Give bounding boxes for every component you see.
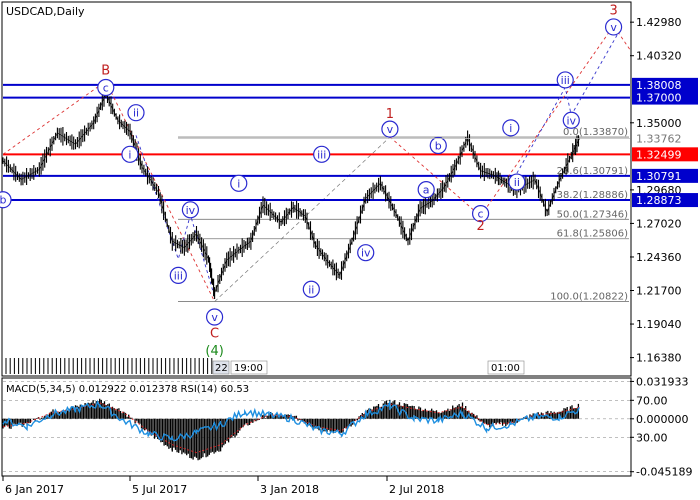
level-tag-0: 1.38008 [636, 79, 682, 92]
time-marker-22: 22 [215, 363, 228, 374]
projection-path-1 [105, 81, 216, 302]
price-series-layer [2, 89, 581, 299]
wave-label-20: i [509, 122, 512, 135]
wave-label-15: v [387, 123, 394, 136]
tick-strip-bars [5, 358, 213, 374]
fib-label-5: 100.0(1.20822) [550, 292, 628, 303]
date-axis: 6 Jan 2017 5 Jul 2017 3 Jan 2018 2 Jul 2018 [2, 476, 444, 496]
chart-canvas: 0.0(1.33870)23.6(1.30791)38.2(1.28886)50… [0, 1, 698, 496]
wave-label-8: C [210, 326, 219, 341]
wave-label-5: iv [186, 204, 196, 217]
wave-label-21: ii [514, 176, 520, 189]
fib-label-4: 61.8(1.25806) [557, 229, 629, 240]
ind-tick-label-2: 0.000000 [636, 413, 689, 426]
wave-label-6: iii [174, 269, 183, 282]
wave-label-11: ii [308, 283, 314, 296]
ind-tick-label-3: 30.00 [636, 431, 668, 444]
fib-label-3: 50.0(1.27346) [557, 209, 629, 220]
price-axis: 1.429801.403201.350001.296801.270201.243… [630, 16, 682, 365]
indicator-label: MACD(5,34,5) 0.012922 0.012378 RSI(14) 6… [6, 384, 249, 395]
wave-projection-layer [2, 24, 631, 302]
wave-label-17: a [423, 184, 430, 197]
wave-label-24: 3 [609, 4, 617, 19]
wave-label-4: b [0, 194, 7, 207]
price-bars [2, 89, 580, 299]
time-marker-1900: 19:00 [234, 363, 263, 374]
wave-label-10: i [237, 177, 240, 190]
projection-path-0 [2, 80, 107, 155]
level-tag-3: 1.30791 [636, 170, 682, 183]
price-close-line [2, 93, 581, 295]
ind-tick-label-1: 70.00 [636, 394, 668, 407]
wave-label-9: (4) [205, 344, 223, 359]
time-markers: 22 19:00 01:00 [212, 360, 525, 375]
wave-label-3: i [128, 148, 131, 161]
projection-path-3 [516, 30, 620, 174]
wave-label-7: v [211, 311, 218, 324]
volume-tick-strip [5, 358, 213, 374]
date-label-3: 2 Jul 2018 [389, 483, 444, 496]
date-label-1: 5 Jul 2017 [132, 483, 187, 496]
wave-label-13: iv [361, 247, 371, 260]
wave-label-0: B [101, 63, 110, 78]
wave-label-23: iv [566, 114, 576, 127]
symbol-label: USDCAD,Daily [6, 5, 85, 18]
date-label-0: 6 Jan 2017 [5, 483, 64, 496]
price-tick-label-4: 1.27020 [636, 217, 682, 230]
time-marker-0100: 01:00 [491, 363, 520, 374]
level-tag-4: 1.28873 [636, 194, 682, 207]
price-tick-label-0: 1.42980 [636, 16, 682, 29]
wave-label-25: v [610, 21, 617, 34]
price-tick-label-1: 1.40320 [636, 50, 682, 63]
date-label-2: 3 Jan 2018 [260, 483, 319, 496]
price-tick-label-5: 1.24360 [636, 251, 682, 264]
wave-label-2: ii [133, 107, 139, 120]
ind-tick-label-0: 0.031933 [636, 375, 689, 388]
level-tag-2: 1.32499 [636, 148, 682, 161]
indicator-axis: 0.031933 70.00 0.000000 30.00 -0.045189 [630, 375, 692, 479]
wave-label-12: iii [317, 148, 326, 161]
current-price-tag: 1.33762 [636, 132, 682, 145]
price-tick-label-7: 1.19040 [636, 318, 682, 331]
price-tick-label-2: 1.35000 [636, 117, 682, 130]
wave-label-16: b [435, 139, 442, 152]
price-tick-label-8: 1.16380 [636, 352, 682, 365]
wave-labels-layer: BciiibiviiivC(4)iiiiiiiv1vbac2iiiiiiiv3v [0, 4, 623, 359]
ind-tick-label-4: -0.045189 [636, 466, 692, 479]
price-tick-label-6: 1.21700 [636, 285, 682, 298]
level-tag-1: 1.37000 [636, 92, 682, 105]
wave-label-14: 1 [386, 107, 394, 122]
wave-label-1: c [103, 81, 109, 94]
wave-label-22: iii [561, 74, 570, 87]
wave-label-19: 2 [476, 219, 484, 234]
